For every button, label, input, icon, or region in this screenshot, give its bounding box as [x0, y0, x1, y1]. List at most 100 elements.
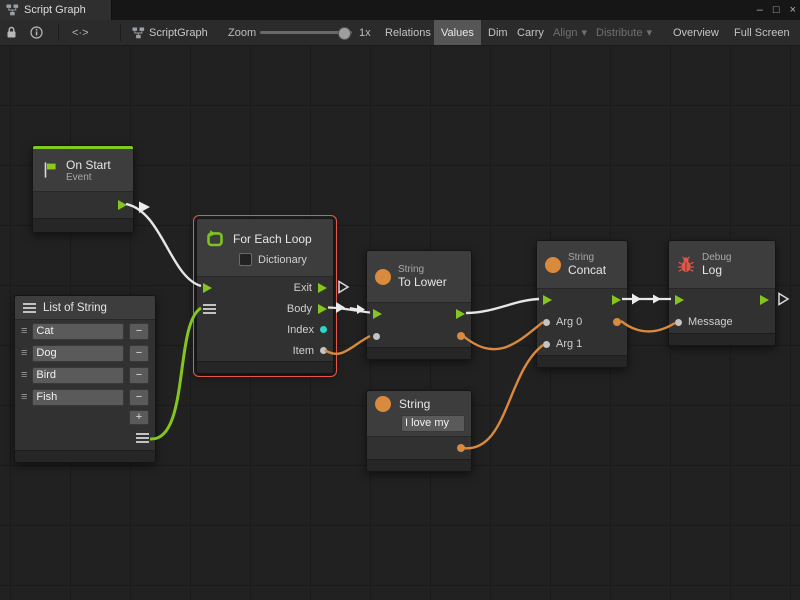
flow-arrow-icon	[336, 302, 345, 313]
chevron-down-icon: ▾	[646, 26, 652, 39]
node-string-to-lower[interactable]: String To Lower	[366, 250, 472, 360]
zoom-slider[interactable]	[260, 20, 352, 45]
string-value-input[interactable]	[401, 415, 465, 432]
carry-button[interactable]: Carry	[510, 20, 551, 45]
lock-icon	[6, 26, 17, 39]
flow-arrow-icon	[632, 294, 641, 305]
node-for-each-loop[interactable]: For Each Loop Dictionary Exit Body	[196, 218, 334, 374]
collection-input-port[interactable]	[203, 304, 216, 314]
trigger-input-port[interactable]	[203, 283, 212, 293]
item-output-port[interactable]	[320, 347, 327, 354]
string-type-icon	[375, 396, 391, 412]
result-output-port[interactable]	[613, 318, 621, 326]
zoom-label: Zoom	[228, 20, 256, 45]
remove-item-button[interactable]: −	[129, 367, 149, 384]
remove-item-button[interactable]: −	[129, 323, 149, 340]
value-output-port[interactable]	[457, 444, 465, 452]
exit-output-port[interactable]	[318, 283, 327, 293]
node-list-of-string[interactable]: List of String ≡ − ≡ − ≡ − ≡ −	[14, 295, 156, 463]
trigger-input-port[interactable]	[373, 309, 382, 319]
values-button[interactable]: Values	[434, 20, 481, 45]
trigger-output-port[interactable]	[456, 309, 465, 319]
unity-script-graph-window: Script Graph – □ × <·>	[0, 0, 800, 600]
dictionary-checkbox[interactable]	[239, 253, 252, 266]
zoom-slider-track[interactable]	[260, 31, 352, 34]
message-label: Message	[688, 316, 733, 328]
wire-literal-to-arg1[interactable]	[462, 345, 543, 448]
message-input-port[interactable]	[675, 319, 682, 326]
add-item-button[interactable]: +	[129, 410, 149, 425]
node-footer	[669, 333, 775, 345]
remove-item-button[interactable]: −	[129, 389, 149, 406]
fullscreen-button[interactable]: Full Screen	[727, 20, 797, 45]
arg0-input-port[interactable]	[543, 319, 550, 326]
node-string-literal[interactable]: String	[366, 390, 472, 472]
wire-tolower-result-to-arg0[interactable]	[462, 322, 543, 349]
list-item-input[interactable]	[32, 323, 124, 340]
node-string-concat[interactable]: String Concat Arg 0 Arg 1	[536, 240, 628, 368]
list-item-input[interactable]	[32, 389, 124, 406]
arg1-label: Arg 1	[556, 338, 582, 350]
titlebar: Script Graph – □ ×	[0, 0, 800, 20]
wire-list-to-foreach[interactable]	[150, 308, 201, 439]
result-output-port[interactable]	[457, 332, 465, 340]
tab-script-graph[interactable]: Script Graph	[0, 0, 112, 20]
script-graph-icon	[6, 4, 19, 16]
list-output-port[interactable]	[136, 433, 149, 443]
wire-concat-result-to-message[interactable]	[621, 321, 675, 331]
list-item-input[interactable]	[32, 367, 124, 384]
info-icon	[30, 26, 43, 39]
index-output-port[interactable]	[320, 326, 327, 333]
drag-handle-icon[interactable]: ≡	[21, 391, 27, 403]
lock-button[interactable]	[6, 20, 17, 45]
loop-icon	[205, 229, 225, 249]
maximize-button[interactable]: □	[773, 4, 780, 16]
minimize-button[interactable]: –	[757, 4, 763, 16]
node-footer	[367, 459, 471, 471]
close-button[interactable]: ×	[790, 4, 796, 16]
node-on-start[interactable]: On Start Event	[32, 145, 134, 233]
trigger-output-port[interactable]	[118, 200, 127, 210]
code-view-button[interactable]: <·>	[72, 20, 89, 45]
remove-item-button[interactable]: −	[129, 345, 149, 362]
arg0-label: Arg 0	[556, 316, 582, 328]
wire-onstart-to-foreach[interactable]	[126, 204, 201, 286]
list-item-row: ≡ −	[15, 386, 155, 408]
list-icon	[23, 303, 36, 313]
wire-arrowhead	[139, 202, 150, 214]
wire-tolower-to-concat[interactable]	[466, 299, 539, 313]
zoom-value: 1x	[359, 20, 371, 45]
trigger-input-port[interactable]	[543, 295, 552, 305]
trigger-output-port[interactable]	[760, 295, 769, 305]
wire-body-to-tolower[interactable]	[328, 308, 370, 313]
body-output-port[interactable]	[318, 304, 327, 314]
node-title: For Each Loop	[233, 232, 312, 246]
zoom-slider-knob[interactable]	[338, 27, 351, 40]
node-debug-log[interactable]: Debug Log Message	[668, 240, 776, 346]
graph-canvas[interactable]: On Start Event List of String ≡ −	[0, 45, 800, 600]
chevron-down-icon: ▾	[581, 26, 587, 39]
list-item-input[interactable]	[32, 345, 124, 362]
item-label: Item	[293, 345, 314, 357]
exit-label: Exit	[294, 282, 312, 294]
align-dropdown[interactable]: Align ▾	[546, 20, 594, 45]
overview-button[interactable]: Overview	[666, 20, 726, 45]
distribute-dropdown[interactable]: Distribute ▾	[589, 20, 659, 45]
trigger-input-port[interactable]	[675, 295, 684, 305]
string-input-port[interactable]	[373, 333, 380, 340]
arg1-input-port[interactable]	[543, 341, 550, 348]
toolbar-separator	[58, 24, 59, 41]
flow-arrow-icon	[350, 308, 358, 310]
inspector-button[interactable]	[30, 20, 43, 45]
node-footer	[33, 218, 133, 232]
graph-breadcrumb[interactable]: ScriptGraph	[132, 20, 208, 45]
node-category: String	[398, 264, 447, 275]
drag-handle-icon[interactable]: ≡	[21, 369, 27, 381]
node-footer	[367, 347, 471, 359]
node-subtitle: Event	[66, 172, 111, 183]
drag-handle-icon[interactable]: ≡	[21, 347, 27, 359]
drag-handle-icon[interactable]: ≡	[21, 325, 27, 337]
trigger-output-port[interactable]	[612, 295, 621, 305]
dictionary-label: Dictionary	[258, 254, 307, 266]
relations-button[interactable]: Relations	[378, 20, 438, 45]
